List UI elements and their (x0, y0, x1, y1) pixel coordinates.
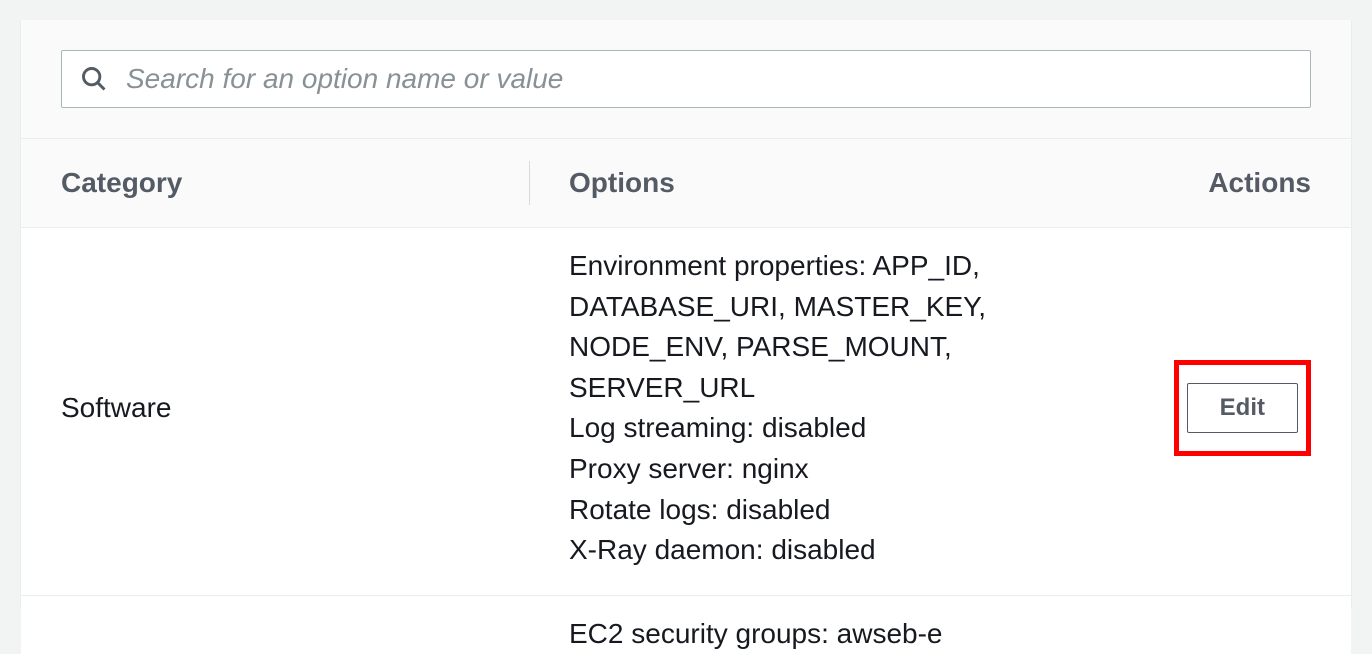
edit-button[interactable]: Edit (1187, 383, 1298, 433)
row-actions: Edit (1131, 360, 1311, 456)
partial-options-value: EC2 security groups: awseb-e (61, 614, 1311, 654)
header-options: Options (531, 167, 1131, 199)
column-divider (529, 161, 530, 205)
row-category-value: Software (61, 392, 531, 424)
header-actions: Actions (1131, 167, 1311, 199)
header-category: Category (61, 167, 531, 199)
search-input[interactable] (126, 63, 1292, 95)
header-options-label: Options (569, 167, 675, 198)
edit-highlight: Edit (1174, 360, 1311, 456)
search-wrap (21, 20, 1351, 139)
table-header: Category Options Actions (21, 139, 1351, 228)
config-panel: Category Options Actions Software Enviro… (20, 20, 1352, 608)
table-row: Software Environment properties: APP_ID,… (21, 228, 1351, 596)
partial-row: EC2 security groups: awseb-e (21, 596, 1351, 654)
search-icon (80, 65, 108, 93)
row-options-value: Environment properties: APP_ID, DATABASE… (531, 246, 1131, 571)
search-box[interactable] (61, 50, 1311, 108)
